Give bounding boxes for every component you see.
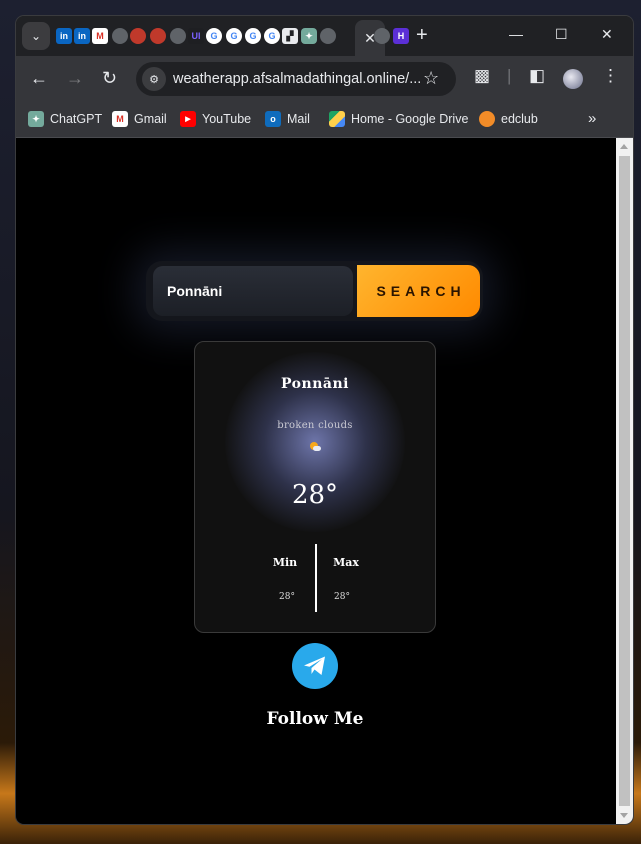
bookmark-label: ChatGPT <box>50 112 103 126</box>
edclub-icon <box>479 111 495 127</box>
google-drive-icon <box>329 111 345 127</box>
new-tab-button[interactable]: + <box>416 25 428 45</box>
google-icon[interactable]: G <box>206 28 222 44</box>
ui-app-icon[interactable]: UI <box>188 28 204 44</box>
google-icon[interactable]: G <box>226 28 242 44</box>
reload-icon[interactable]: ↻ <box>102 69 117 87</box>
close-window-icon[interactable]: ✕ <box>601 26 613 43</box>
side-panel-icon[interactable]: ◧ <box>529 67 545 85</box>
bookmark-mail[interactable]: o Mail <box>265 111 310 127</box>
globe-icon[interactable] <box>112 28 128 44</box>
outlook-icon: o <box>265 111 281 127</box>
app-tab-icon[interactable] <box>130 28 146 44</box>
bookmarks-bar: ✦ ChatGPT M Gmail ▶ YouTube o Mail Home … <box>16 102 633 138</box>
forward-arrow-icon[interactable]: → <box>66 69 84 87</box>
gmail-icon[interactable]: M <box>92 28 108 44</box>
chevron-down-icon: ⌄ <box>30 29 42 43</box>
google-icon[interactable]: G <box>264 28 280 44</box>
temperature: 28° <box>291 480 339 510</box>
search-bar: SEARCH <box>146 261 483 321</box>
min-label: Min <box>272 556 298 569</box>
browser-window: ⌄ in in M UI G G G G ▞ ✦ ✕ H + — ☐ ✕ ← →… <box>16 16 633 824</box>
city-name: Ponnāni <box>281 376 349 392</box>
app-tab-icon[interactable]: ▞ <box>282 28 298 44</box>
gmail-icon: M <box>112 111 128 127</box>
google-icon[interactable]: G <box>245 28 261 44</box>
bookmark-star-icon[interactable]: ☆ <box>423 68 439 89</box>
bookmark-chatgpt[interactable]: ✦ ChatGPT <box>28 111 102 127</box>
bookmark-label: Gmail <box>134 112 167 126</box>
address-bar[interactable]: ⚙ weatherapp.afsalmadathingal.online/...… <box>136 62 456 96</box>
vertical-scrollbar[interactable] <box>616 138 633 824</box>
linkedin-icon[interactable]: in <box>56 28 72 44</box>
browser-toolbar: ← → ↻ ⚙ weatherapp.afsalmadathingal.onli… <box>16 56 633 102</box>
site-info-icon[interactable]: ⚙ <box>142 67 166 91</box>
globe-icon[interactable] <box>170 28 186 44</box>
chatgpt-icon[interactable]: ✦ <box>301 28 317 44</box>
maximize-icon[interactable]: ☐ <box>555 26 568 43</box>
bookmark-youtube[interactable]: ▶ YouTube <box>180 111 251 127</box>
follow-me-text: Follow Me <box>266 709 364 729</box>
url-text[interactable]: weatherapp.afsalmadathingal.online/... <box>173 71 421 87</box>
scroll-down-arrow[interactable] <box>620 813 628 818</box>
bookmark-label: YouTube <box>202 112 252 126</box>
sun-cloud-icon <box>310 442 321 452</box>
bookmark-edclub[interactable]: edclub <box>479 111 538 127</box>
scroll-up-arrow[interactable] <box>620 144 628 149</box>
search-button[interactable]: SEARCH <box>357 265 480 317</box>
weather-description: broken clouds <box>277 420 353 431</box>
page-viewport: SEARCH Ponnāni broken clouds 28° Min Max… <box>16 138 633 824</box>
linkedin-icon[interactable]: in <box>74 28 90 44</box>
city-search-input[interactable] <box>153 266 353 316</box>
max-temperature: 28° <box>334 592 350 602</box>
min-temperature: 28° <box>279 592 295 602</box>
tab-search-button[interactable]: ⌄ <box>22 22 50 50</box>
back-arrow-icon[interactable]: ← <box>30 69 48 87</box>
youtube-icon: ▶ <box>180 111 196 127</box>
telegram-button[interactable] <box>292 643 338 689</box>
bookmark-gmail[interactable]: M Gmail <box>112 111 167 127</box>
extensions-icon[interactable]: ▩ <box>474 67 490 85</box>
weather-card: Ponnāni broken clouds 28° Min Max 28° 28… <box>194 341 436 633</box>
tab-strip: ⌄ in in M UI G G G G ▞ ✦ ✕ H + — ☐ ✕ <box>16 16 633 56</box>
scrollbar-thumb[interactable] <box>619 156 630 806</box>
bookmark-label: edclub <box>501 112 538 126</box>
globe-icon[interactable] <box>320 28 336 44</box>
minimize-icon[interactable]: — <box>509 26 523 42</box>
globe-icon[interactable] <box>374 28 390 44</box>
menu-dots-icon[interactable]: ⋮ <box>602 67 619 85</box>
telegram-icon <box>304 656 325 675</box>
toolbar-divider: | <box>507 66 512 85</box>
app-tab-icon[interactable]: H <box>393 28 409 44</box>
bookmark-label: Mail <box>287 112 310 126</box>
profile-avatar[interactable] <box>563 69 583 89</box>
more-bookmarks-icon[interactable]: » <box>588 110 596 127</box>
max-label: Max <box>333 556 359 569</box>
app-tab-icon[interactable] <box>150 28 166 44</box>
chatgpt-icon: ✦ <box>28 111 44 127</box>
bookmark-label: Home - Google Drive <box>351 112 469 126</box>
bookmark-google-drive[interactable]: Home - Google Drive <box>329 111 468 127</box>
